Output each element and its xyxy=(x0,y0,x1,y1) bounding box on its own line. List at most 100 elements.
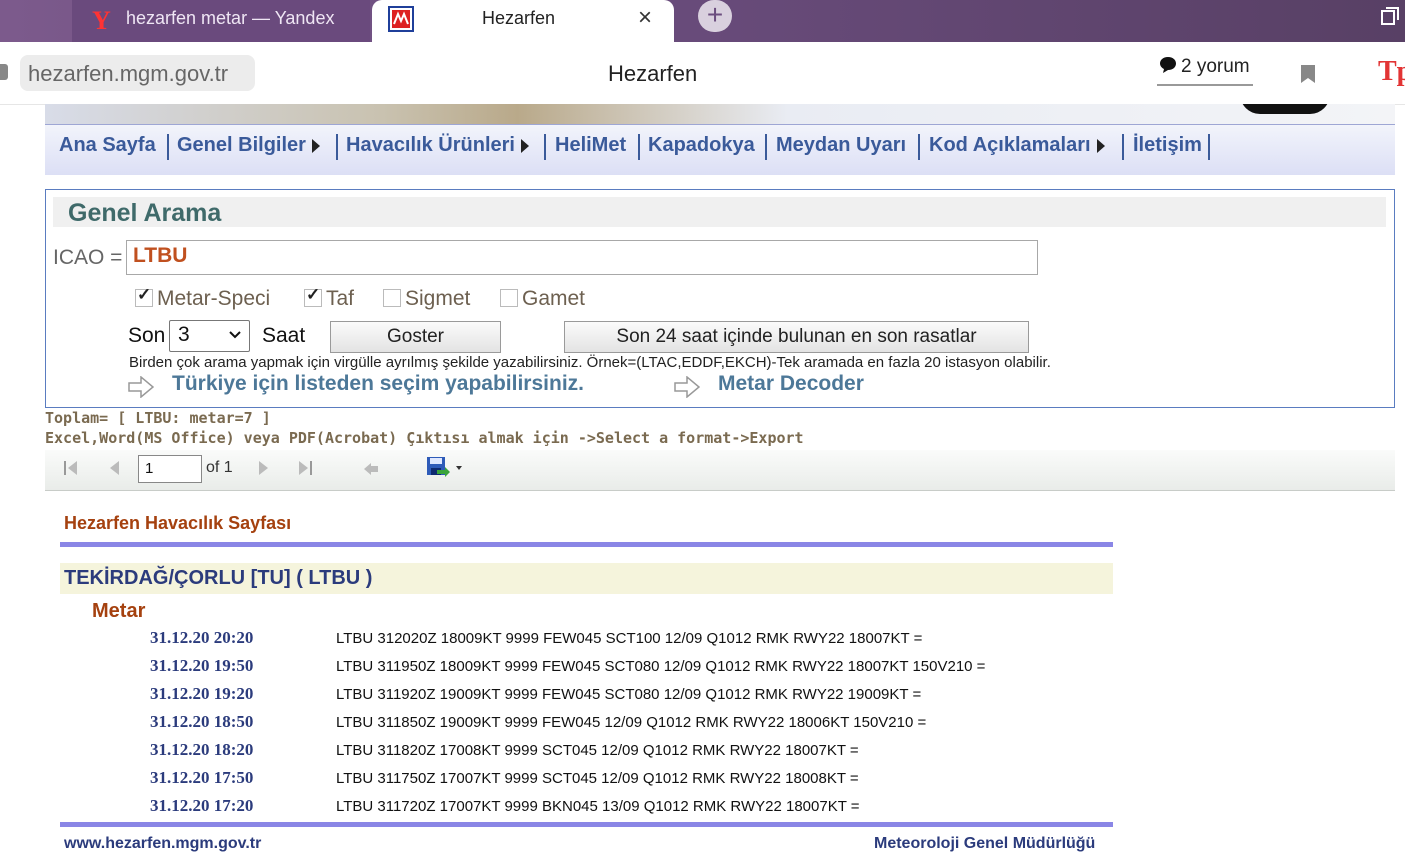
metar-date: 31.12.20 18:20 xyxy=(150,740,254,759)
metar-date: 31.12.20 17:20 xyxy=(150,796,254,815)
menu-separator xyxy=(918,134,920,160)
icao-value: LTBU xyxy=(133,244,188,267)
metar-row: 31.12.20 17:50 LTBU 311750Z 17007KT 9999… xyxy=(0,766,1100,794)
saat-label: Saat xyxy=(262,324,306,347)
footer-site-url[interactable]: www.hezarfen.mgm.gov.tr xyxy=(64,835,261,853)
lock-icon[interactable] xyxy=(0,64,8,80)
page-number-input[interactable]: 1 xyxy=(138,455,202,483)
yandex-logo-icon: Y xyxy=(92,6,111,35)
metar-text: LTBU 312020Z 18009KT 9999 FEW045 SCT100 … xyxy=(336,630,923,647)
url-text: hezarfen.mgm.gov.tr xyxy=(28,61,229,86)
comments-count: 2 yorum xyxy=(1181,56,1250,77)
bookmark-icon[interactable] xyxy=(1300,64,1316,89)
back-icon[interactable] xyxy=(362,460,380,483)
metar-decoder-link[interactable]: Metar Decoder xyxy=(718,372,864,396)
arrow-right-icon xyxy=(674,375,701,399)
submenu-arrow-icon xyxy=(1096,138,1105,153)
tab-hezarfen[interactable]: Hezarfen × xyxy=(372,0,674,42)
export-save-icon[interactable] xyxy=(426,456,466,485)
metar-date: 31.12.20 18:50 xyxy=(150,712,254,731)
metar-text: LTBU 311850Z 19009KT 9999 FEW045 12/09 Q… xyxy=(336,714,927,731)
icao-label: ICAO = xyxy=(53,246,123,269)
next-page-icon[interactable] xyxy=(254,459,272,482)
metar-row: 31.12.20 19:50 LTBU 311950Z 18009KT 9999… xyxy=(0,654,1100,682)
metar-date: 31.12.20 17:50 xyxy=(150,768,254,787)
submenu-arrow-icon xyxy=(311,138,320,153)
total-count: Toplam= [ LTBU: metar=7 ] xyxy=(45,409,271,427)
station-header: TEKİRDAĞ/ÇORLU [TU] ( LTBU ) xyxy=(60,563,1113,594)
menu-separator xyxy=(638,134,640,160)
menu-separator xyxy=(167,134,169,160)
menu-separator xyxy=(1208,134,1210,160)
footer-org-name: Meteoroloji Genel Müdürlüğü xyxy=(874,835,1096,852)
page-number-value: 1 xyxy=(145,460,154,477)
tabs-overview-icon[interactable] xyxy=(1380,6,1400,26)
search-hint: Birden çok arama yapmak için virgülle ay… xyxy=(129,354,1051,371)
metar-row: 31.12.20 17:20 LTBU 311720Z 17007KT 9999… xyxy=(0,794,1100,822)
menu-havacilik-urunleri[interactable]: Havacılık Ürünleri xyxy=(346,134,529,157)
banner-logo xyxy=(1240,104,1330,114)
plus-icon: + xyxy=(706,0,724,30)
sigmet-checkbox[interactable] xyxy=(383,289,401,307)
turkey-list-link[interactable]: Türkiye için listeden seçim yapabilirsin… xyxy=(172,372,584,396)
menu-kod-aciklamalari[interactable]: Kod Açıklamaları xyxy=(929,134,1105,157)
station-name: TEKİRDAĞ/ÇORLU [TU] ( LTBU ) xyxy=(64,567,373,589)
last-page-icon[interactable] xyxy=(296,459,314,482)
menu-ana-sayfa[interactable]: Ana Sayfa xyxy=(59,134,156,157)
page-count: of 1 xyxy=(206,459,233,476)
report-divider xyxy=(60,542,1113,547)
search-heading: Genel Arama xyxy=(68,199,222,227)
first-page-icon[interactable] xyxy=(62,459,80,482)
checkbox-label: Sigmet xyxy=(405,287,471,310)
goster-button[interactable]: Goster xyxy=(330,321,501,353)
menu-helimet[interactable]: HeliMet xyxy=(555,134,626,157)
menu-label: Kod Açıklamaları xyxy=(929,134,1091,156)
report-divider xyxy=(60,822,1113,827)
url-field[interactable]: hezarfen.mgm.gov.tr xyxy=(20,55,255,91)
comments-button[interactable]: 2 yorum xyxy=(1157,54,1253,86)
metar-row: 31.12.20 19:20 LTBU 311920Z 19009KT 9999… xyxy=(0,682,1100,710)
metar-date: 31.12.20 19:20 xyxy=(150,684,254,703)
last-24h-button[interactable]: Son 24 saat içinde bulunan en son rasatl… xyxy=(564,321,1029,353)
metar-text: LTBU 311750Z 17007KT 9999 SCT045 12/09 Q… xyxy=(336,770,859,787)
menu-separator xyxy=(544,134,546,160)
menu-genel-bilgiler[interactable]: Genel Bilgiler xyxy=(177,134,320,157)
menu-separator xyxy=(765,134,767,160)
menu-label: Genel Bilgiler xyxy=(177,134,306,156)
metar-text: LTBU 311720Z 17007KT 9999 BKN045 13/09 Q… xyxy=(336,798,860,815)
taf-checkbox[interactable] xyxy=(304,285,322,307)
menu-label: Havacılık Ürünleri xyxy=(346,134,515,156)
site-banner xyxy=(45,104,1395,124)
metar-list: 31.12.20 20:20 LTBU 312020Z 18009KT 9999… xyxy=(0,626,1120,822)
tab-title: Hezarfen xyxy=(482,8,556,28)
translate-icon[interactable]: Tp xyxy=(1378,56,1405,88)
previous-page-icon[interactable] xyxy=(106,459,124,482)
menu-separator xyxy=(1122,134,1124,160)
icao-input[interactable]: LTBU xyxy=(126,240,1038,275)
metar-speci-checkbox[interactable] xyxy=(135,285,153,307)
submenu-arrow-icon xyxy=(520,138,529,153)
hours-value: 3 xyxy=(178,323,190,346)
tab-yandex[interactable]: Y hezarfen metar — Yandex xyxy=(72,0,370,42)
menu-meydan-uyari[interactable]: Meydan Uyarı xyxy=(776,134,906,157)
hours-select[interactable]: 3 xyxy=(169,320,250,352)
metar-date: 31.12.20 20:20 xyxy=(150,628,254,647)
comment-bubble-icon xyxy=(1159,56,1177,79)
report-toolbar xyxy=(45,450,1395,491)
gamet-checkbox[interactable] xyxy=(500,289,518,307)
menu-kapadokya[interactable]: Kapadokya xyxy=(648,134,755,157)
checkbox-label: Gamet xyxy=(522,287,586,310)
son-label: Son xyxy=(128,324,166,347)
close-tab-icon[interactable]: × xyxy=(638,4,652,32)
metar-text: LTBU 311920Z 19009KT 9999 FEW045 SCT080 … xyxy=(336,686,922,703)
metar-date: 31.12.20 19:50 xyxy=(150,656,254,675)
menu-separator xyxy=(336,134,338,160)
new-tab-button[interactable]: + xyxy=(698,0,732,32)
search-panel-header xyxy=(53,197,1386,227)
metar-row: 31.12.20 20:20 LTBU 312020Z 18009KT 9999… xyxy=(0,626,1100,654)
menu-iletisim[interactable]: İletişim xyxy=(1133,134,1202,157)
mgm-favicon-icon xyxy=(388,6,414,32)
export-hint: Excel,Word(MS Office) veya PDF(Acrobat) … xyxy=(45,429,804,447)
report-title: Hezarfen Havacılık Sayfası xyxy=(64,513,292,533)
section-title: Metar xyxy=(92,600,146,622)
